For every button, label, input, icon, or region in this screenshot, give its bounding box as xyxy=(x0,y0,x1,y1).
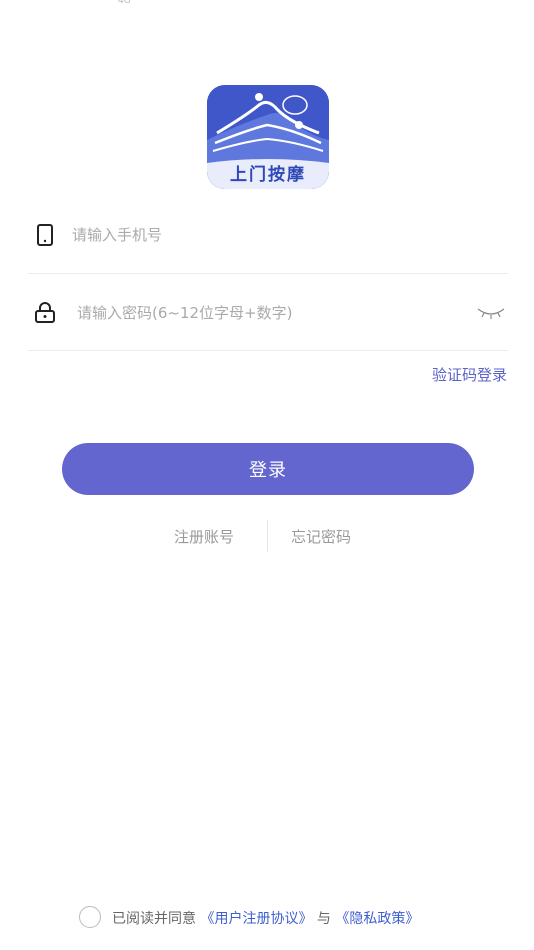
password-field xyxy=(28,288,508,351)
app-logo: 上门按摩 xyxy=(207,85,329,189)
logo-text: 上门按摩 xyxy=(230,165,306,185)
links-divider xyxy=(267,520,268,552)
status-bar-hint: 4G xyxy=(118,0,131,6)
sms-login-link[interactable]: 验证码登录 xyxy=(432,364,507,385)
forgot-password-link[interactable]: 忘记密码 xyxy=(291,526,351,547)
agreement-text: 已阅读并同意 《用户注册协议》 与 《隐私政策》 xyxy=(112,908,419,928)
password-input[interactable] xyxy=(77,298,457,328)
lock-icon xyxy=(35,302,55,323)
eye-closed-icon[interactable] xyxy=(476,303,506,321)
agreement-prefix: 已阅读并同意 xyxy=(112,911,196,927)
agreement-row: 已阅读并同意 《用户注册协议》 与 《隐私政策》 xyxy=(0,905,534,929)
login-button[interactable]: 登录 xyxy=(62,443,474,495)
account-links: 注册账号 忘记密码 xyxy=(0,520,534,552)
agreement-checkbox[interactable] xyxy=(79,906,101,928)
privacy-policy-link[interactable]: 《隐私政策》 xyxy=(335,911,419,927)
user-agreement-link[interactable]: 《用户注册协议》 xyxy=(200,911,312,927)
agreement-joiner: 与 xyxy=(316,911,331,927)
phone-icon xyxy=(37,224,53,246)
phone-field xyxy=(28,210,508,274)
register-link[interactable]: 注册账号 xyxy=(174,526,234,547)
phone-input[interactable] xyxy=(72,220,452,250)
